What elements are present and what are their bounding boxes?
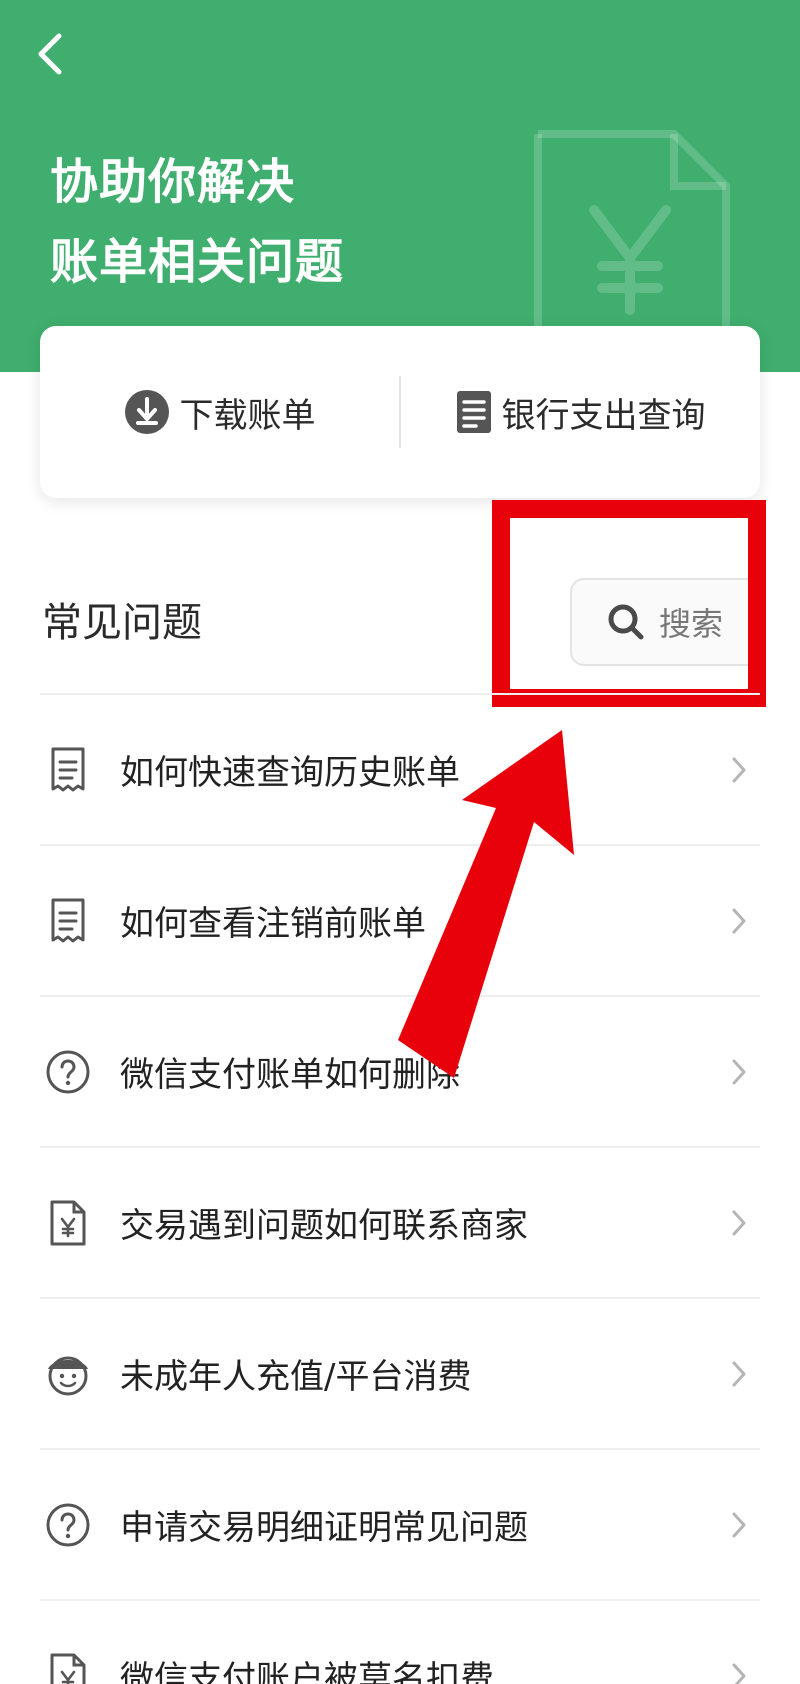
faq-item-label: 申请交易明细证明常见问题 [120, 1508, 528, 1548]
page-title: 协助你解决 账单相关问题 [50, 142, 344, 302]
chevron-right-icon [724, 1511, 754, 1539]
faq-item-history-bill[interactable]: 如何快速查询历史账单 [40, 695, 760, 846]
download-bill-button[interactable]: 下载账单 [40, 326, 399, 498]
chevron-right-icon [724, 1360, 754, 1388]
yuan-document-icon [42, 1650, 94, 1684]
child-face-icon [42, 1348, 94, 1400]
faq-item-label: 如何快速查询历史账单 [120, 753, 460, 793]
title-line-1: 协助你解决 [50, 154, 296, 210]
faq-list: 如何快速查询历史账单 如何查看注销前账单 微信支付账单如何删除 交易遇到问题如何… [40, 695, 760, 1684]
yuan-document-icon [42, 1197, 94, 1249]
chevron-left-icon [38, 33, 62, 75]
receipt-icon [42, 744, 94, 796]
faq-item-label: 未成年人充值/平台消费 [120, 1357, 472, 1397]
bank-expense-query-button[interactable]: 银行支出查询 [401, 326, 760, 498]
quick-actions-card: 下载账单 银行支出查询 [40, 326, 760, 498]
faq-item-contact-merchant[interactable]: 交易遇到问题如何联系商家 [40, 1148, 760, 1299]
faq-item-transaction-proof[interactable]: 申请交易明细证明常见问题 [40, 1450, 760, 1601]
faq-item-label: 微信支付账单如何删除 [120, 1055, 460, 1095]
receipt-icon [42, 895, 94, 947]
chevron-right-icon [724, 756, 754, 784]
faq-item-minor-recharge[interactable]: 未成年人充值/平台消费 [40, 1299, 760, 1450]
faq-item-unknown-charge[interactable]: 微信支付账户被莫名扣费 [40, 1601, 760, 1684]
bank-expense-query-label: 银行支出查询 [501, 395, 706, 436]
faq-item-label: 交易遇到问题如何联系商家 [120, 1206, 528, 1246]
faq-item-label: 微信支付账户被莫名扣费 [120, 1659, 494, 1684]
question-circle-icon [42, 1046, 94, 1098]
faq-item-label: 如何查看注销前账单 [120, 904, 426, 944]
faq-item-delete-bill[interactable]: 微信支付账单如何删除 [40, 997, 760, 1148]
yuan-document-icon [534, 130, 730, 330]
download-bill-label: 下载账单 [179, 395, 316, 436]
back-button[interactable] [28, 26, 72, 82]
header-banner: 协助你解决 账单相关问题 [0, 0, 800, 372]
question-circle-icon [42, 1499, 94, 1551]
chevron-right-icon [724, 1209, 754, 1237]
title-line-2: 账单相关问题 [50, 234, 345, 290]
download-circle-icon [124, 389, 170, 435]
faq-item-closed-account-bill[interactable]: 如何查看注销前账单 [40, 846, 760, 997]
chevron-right-icon [724, 1058, 754, 1086]
chevron-right-icon [724, 1662, 754, 1684]
faq-section-title: 常见问题 [42, 600, 202, 646]
highlight-annotation-box [492, 500, 766, 707]
chevron-right-icon [724, 907, 754, 935]
document-list-icon [456, 390, 492, 434]
